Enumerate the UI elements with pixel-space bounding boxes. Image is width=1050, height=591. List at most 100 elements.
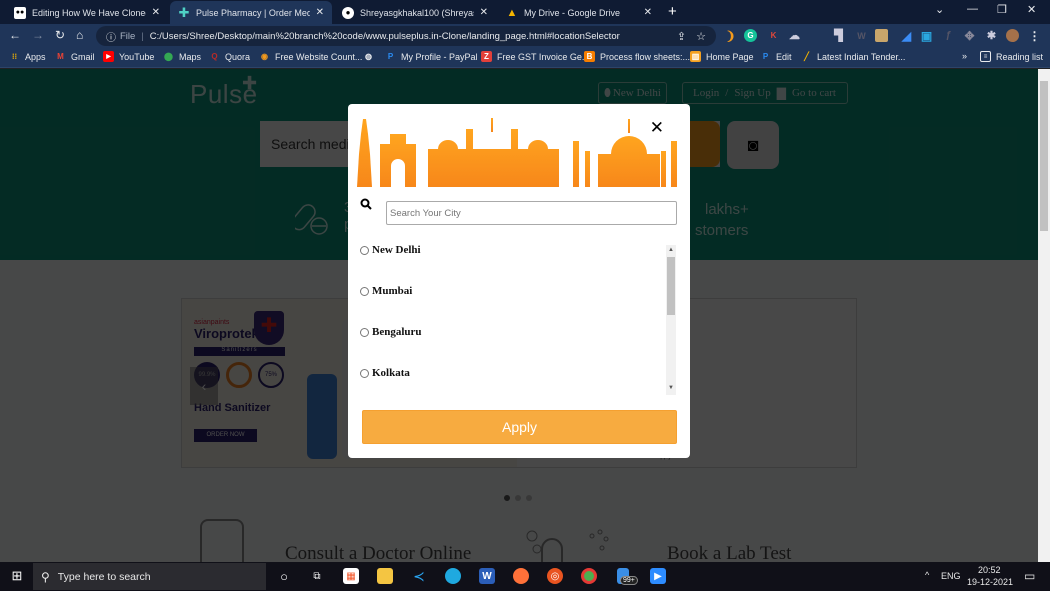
city-option-kolkata[interactable]: Kolkata — [360, 367, 410, 379]
city-option-mumbai[interactable]: Mumbai — [360, 285, 412, 297]
clock-time[interactable]: 20:52 — [978, 565, 1001, 575]
counter-icon: ◉ — [261, 52, 268, 61]
radio-button[interactable] — [360, 245, 369, 255]
address-bar[interactable]: ⓘ File | C:/Users/Shree/Desktop/main%20b… — [96, 26, 716, 46]
page-scrollbar[interactable] — [1038, 69, 1050, 562]
bookmark-quora[interactable]: Q Quora — [209, 51, 250, 62]
medium-icon: ●● — [14, 6, 26, 19]
ubuntu-icon[interactable]: ◎ — [547, 568, 563, 584]
apps-grid-icon: ⁝⁝ — [11, 52, 18, 61]
file-explorer-icon[interactable] — [377, 568, 393, 584]
cortana-icon[interactable]: ○ — [276, 568, 292, 584]
zoom-app-icon[interactable]: ▶ — [650, 568, 666, 584]
bookmark-gst-invoice[interactable]: Z Free GST Invoice Ge... — [481, 51, 589, 62]
close-tab-icon[interactable]: ✕ — [644, 7, 652, 18]
share-icon[interactable]: ⇪ — [677, 30, 686, 43]
extension-ff-icon[interactable]: ƒ — [942, 29, 955, 42]
search-icon: ⚲ — [41, 569, 50, 584]
extension-k-icon[interactable]: K — [767, 29, 780, 42]
tab-pulse-pharmacy[interactable]: ✚ Pulse Pharmacy | Order Medicine ✕ — [170, 1, 332, 24]
reload-button[interactable]: ↻ — [55, 28, 65, 42]
menu-kebab-icon[interactable]: ⋮ — [1028, 29, 1041, 43]
bookmark-indian-tender[interactable]: ╱ Latest Indian Tender... — [801, 51, 905, 62]
edge-icon[interactable] — [445, 568, 461, 584]
bookmarks-overflow-button[interactable]: » — [962, 51, 967, 61]
bookmark-edit[interactable]: P Edit — [760, 51, 792, 62]
location-selector-modal: ✕ New Delhi Mumbai Bengaluru Kolkata ▲ ▼… — [348, 104, 690, 458]
bookmark-home-page[interactable]: ▥ Home Page — [690, 51, 754, 62]
city-option-new-delhi[interactable]: New Delhi — [360, 244, 421, 256]
bookmark-website-counter[interactable]: ◉ Free Website Count... — [259, 51, 362, 62]
city-search-input[interactable] — [386, 201, 677, 225]
language-indicator[interactable]: ENG — [941, 571, 961, 581]
bookmark-paypal-profile[interactable]: P My Profile - PayPal — [385, 51, 478, 62]
bookmark-gmail[interactable]: M Gmail — [55, 51, 94, 62]
github-icon: ● — [342, 6, 354, 19]
tab-search-icon[interactable]: ⌄ — [935, 3, 944, 16]
chrome-icon[interactable] — [581, 568, 597, 584]
browser-toolbar: ← → ↻ ⌂ ⓘ File | C:/Users/Shree/Desktop/… — [0, 24, 1050, 48]
pen-icon: ╱ — [804, 52, 809, 61]
tab-github[interactable]: ● Shreyasgkhakal100 (Shreyas Khak ✕ — [334, 1, 496, 24]
extensions-puzzle-icon[interactable]: ✱ — [985, 29, 998, 42]
bookmark-youtube[interactable]: ▶ YouTube — [103, 51, 154, 62]
city-list-scrollbar-thumb[interactable] — [667, 257, 675, 315]
close-tab-icon[interactable]: ✕ — [316, 7, 324, 18]
page-scrollbar-thumb[interactable] — [1040, 81, 1048, 231]
scroll-up-arrow-icon[interactable]: ▲ — [668, 247, 674, 253]
forward-button[interactable]: → — [32, 28, 44, 42]
taskbar-search-box[interactable]: ⚲ Type here to search — [33, 563, 266, 590]
bookmark-process-flow[interactable]: B Process flow sheets:... — [584, 51, 690, 62]
close-window-button[interactable]: ✕ — [1027, 3, 1036, 16]
bookmark-apps[interactable]: ⁝⁝ Apps — [9, 51, 46, 62]
clock-date[interactable]: 19-12-2021 — [967, 577, 1013, 587]
firefox-icon[interactable] — [513, 568, 529, 584]
show-hidden-icons-chevron[interactable]: ^ — [925, 570, 929, 580]
radio-button[interactable] — [360, 368, 369, 378]
restore-button[interactable]: ❐ — [997, 3, 1007, 16]
radio-button[interactable] — [360, 286, 369, 296]
new-tab-button[interactable]: + — [668, 3, 677, 20]
bookmark-star-icon[interactable]: ☆ — [696, 30, 706, 43]
apply-button[interactable]: Apply — [362, 410, 677, 444]
scroll-down-arrow-icon[interactable]: ▼ — [668, 385, 674, 391]
bookmark-globe[interactable]: ◍ — [363, 51, 379, 62]
tab-google-drive[interactable]: ▲ My Drive - Google Drive ✕ — [498, 1, 660, 24]
blogger-icon: B — [584, 51, 595, 62]
radio-button[interactable] — [360, 327, 369, 337]
quora-icon: Q — [211, 52, 218, 61]
action-center-icon[interactable]: ▭ — [1024, 569, 1035, 583]
extension-moon-icon[interactable]: ❩ — [724, 29, 737, 43]
close-tab-icon[interactable]: ✕ — [480, 7, 488, 18]
paypal-icon: P — [762, 52, 769, 61]
paypal-icon: P — [387, 52, 394, 61]
reading-list-button[interactable]: ≡ Reading list — [980, 51, 1043, 62]
zoho-icon: Z — [481, 51, 492, 62]
bookmark-maps[interactable]: ⬤ Maps — [163, 51, 201, 62]
city-option-bengaluru[interactable]: Bengaluru — [360, 326, 422, 338]
vscode-icon[interactable]: ≺ — [411, 568, 427, 584]
tab-medium[interactable]: ●● Editing How We Have Cloned Pu ✕ — [6, 1, 168, 24]
task-view-icon[interactable]: ⧉ — [309, 568, 325, 584]
home-button[interactable]: ⌂ — [76, 28, 83, 42]
microsoft-store-icon[interactable]: ▦ — [343, 568, 359, 584]
profile-avatar[interactable] — [1006, 29, 1019, 42]
word-icon[interactable]: W — [479, 568, 495, 584]
info-icon[interactable]: ⓘ — [106, 29, 116, 44]
extension-pin-icon[interactable]: ▜ — [832, 29, 845, 42]
extension-move-icon[interactable]: ✥ — [963, 29, 976, 43]
extension-avatar-icon[interactable] — [875, 29, 888, 42]
close-tab-icon[interactable]: ✕ — [152, 7, 160, 18]
extension-capture-icon[interactable]: ▣ — [920, 29, 933, 43]
windows-start-icon[interactable]: ⊞ — [9, 568, 25, 584]
extension-cloud-icon[interactable]: ☁ — [788, 29, 801, 42]
extension-color-picker-icon[interactable]: ◢ — [900, 29, 913, 43]
back-button[interactable]: ← — [9, 28, 21, 42]
city-list-scrollbar[interactable]: ▲ ▼ — [666, 245, 676, 395]
globe-icon: ◍ — [365, 52, 372, 61]
extension-wp-icon[interactable]: W — [855, 29, 868, 42]
close-modal-button[interactable]: ✕ — [650, 118, 664, 138]
maps-icon: ⬤ — [164, 52, 173, 61]
minimize-button[interactable]: — — [967, 3, 978, 15]
grammarly-icon[interactable]: G — [744, 29, 757, 42]
